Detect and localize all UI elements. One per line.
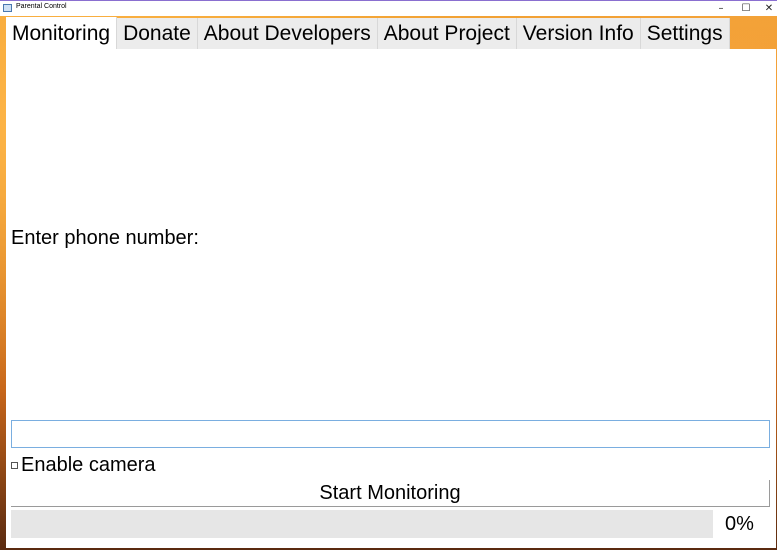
tab-monitoring[interactable]: Monitoring bbox=[6, 17, 118, 50]
enable-camera-checkbox[interactable] bbox=[11, 461, 18, 469]
maximize-button[interactable]: ☐ bbox=[734, 1, 758, 16]
tab-about-project[interactable]: About Project bbox=[377, 18, 517, 49]
tab-settings[interactable]: Settings bbox=[640, 18, 730, 49]
phone-number-input[interactable] bbox=[11, 420, 770, 448]
enable-camera-label: Enable camera bbox=[21, 453, 156, 476]
monitoring-panel: Enter phone number: Enable camera Start … bbox=[6, 49, 776, 548]
tab-donate[interactable]: Donate bbox=[117, 18, 198, 49]
minimize-button[interactable]: – bbox=[709, 1, 733, 16]
tab-about-developers[interactable]: About Developers bbox=[197, 18, 378, 49]
close-button[interactable]: ✕ bbox=[757, 1, 777, 16]
progress-percent: 0% bbox=[725, 513, 754, 535]
tab-version-info[interactable]: Version Info bbox=[516, 18, 641, 49]
phone-number-label: Enter phone number: bbox=[11, 227, 199, 249]
title-bar: Parental Control – ☐ ✕ bbox=[0, 0, 777, 16]
window-title: Parental Control bbox=[16, 3, 67, 10]
progress-bar bbox=[11, 510, 713, 538]
start-monitoring-button[interactable]: Start Monitoring bbox=[11, 480, 770, 507]
enable-camera-row[interactable]: Enable camera bbox=[11, 453, 156, 477]
app-icon bbox=[3, 4, 12, 12]
tab-strip: Monitoring Donate About Developers About… bbox=[6, 17, 730, 50]
